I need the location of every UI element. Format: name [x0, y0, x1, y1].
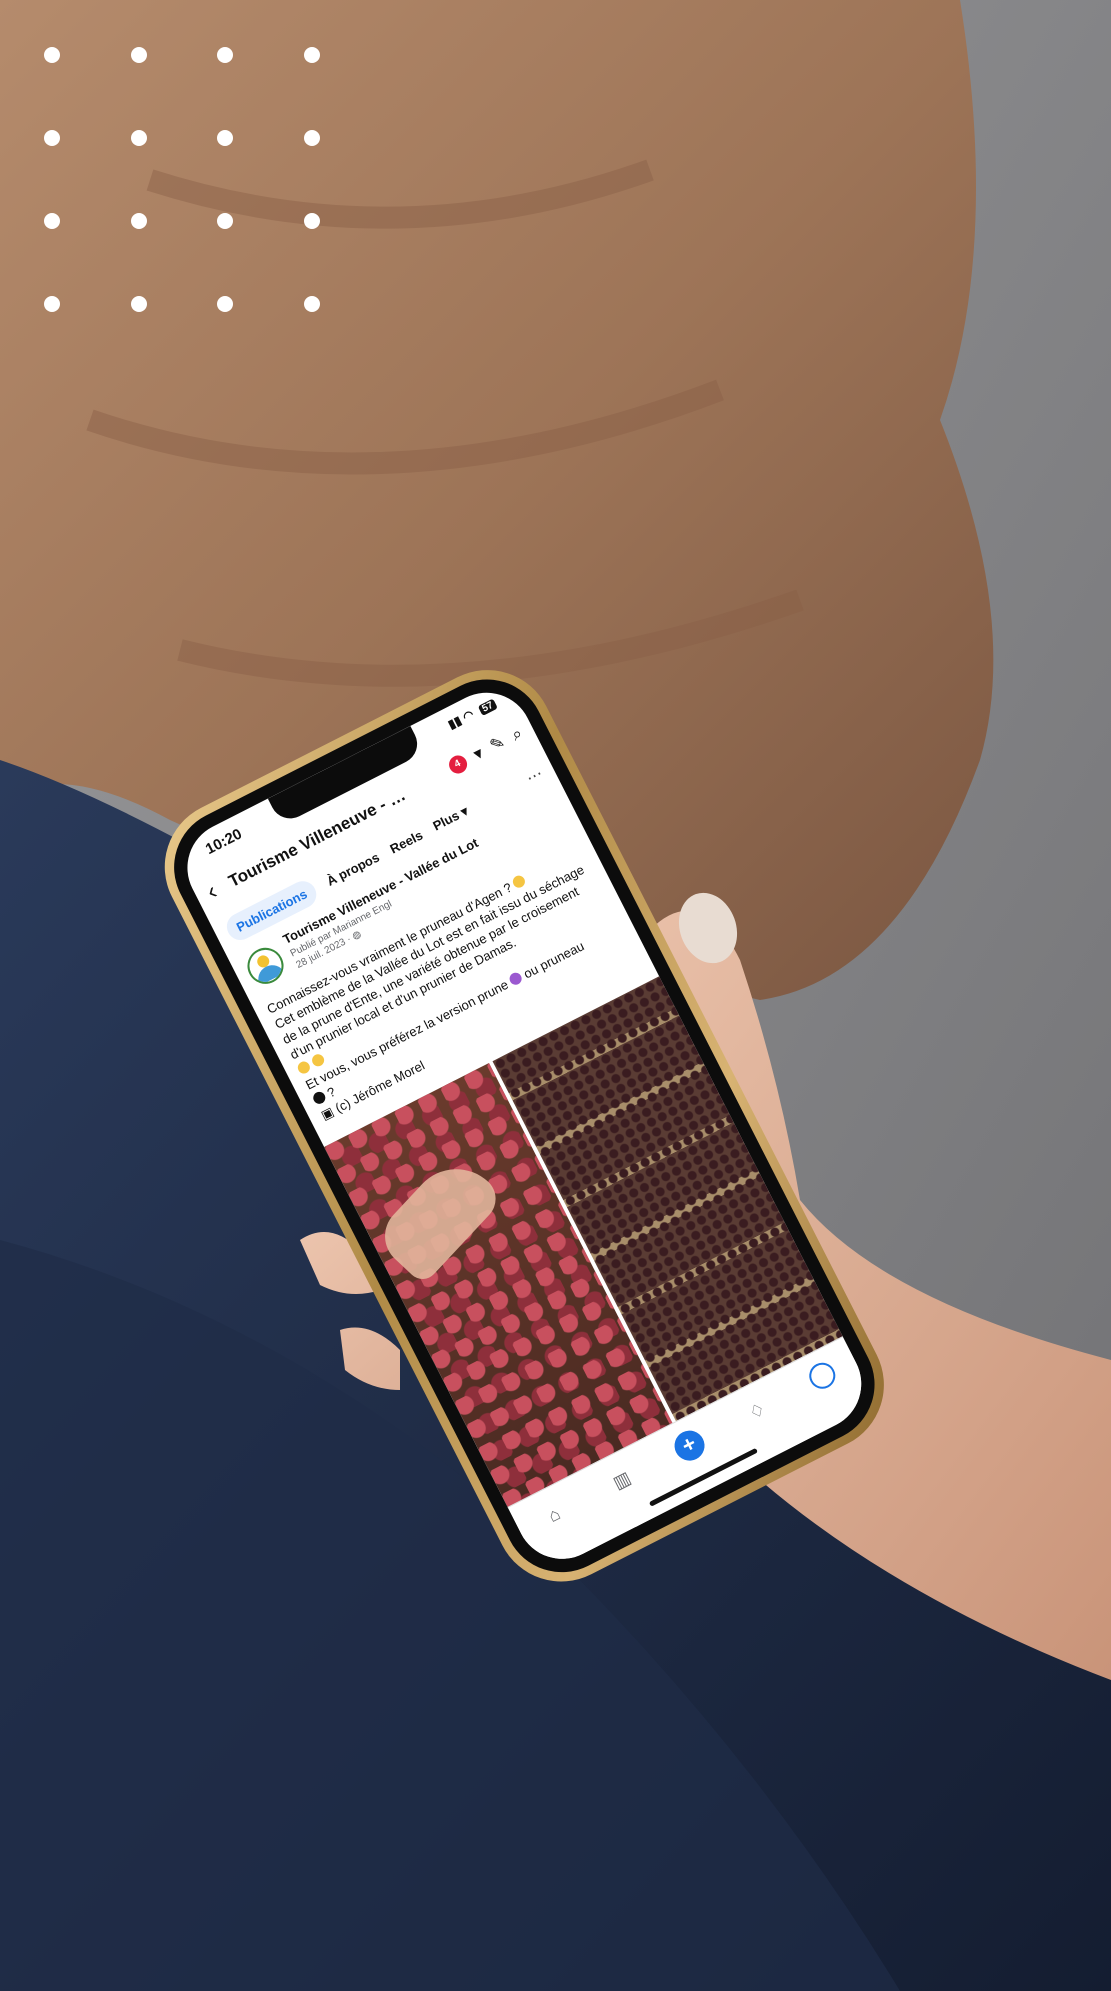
status-time: 10:20: [202, 825, 245, 859]
globe-icon: ◍: [350, 928, 364, 943]
chevron-down-icon[interactable]: ▾: [470, 743, 487, 765]
page-avatar[interactable]: [241, 941, 290, 991]
search-icon[interactable]: ⌕: [508, 723, 526, 745]
dot: [217, 47, 233, 63]
tab-plus[interactable]: Plus ▾: [430, 803, 471, 834]
tab-plus-label: Plus: [430, 807, 462, 834]
dashboard-icon[interactable]: ▥: [602, 1460, 642, 1500]
more-icon[interactable]: ⋯: [523, 763, 546, 788]
signal-icon: ▮▮: [445, 713, 464, 732]
dot: [131, 213, 147, 229]
profile-avatar[interactable]: [804, 1358, 840, 1394]
home-icon[interactable]: ⌂: [534, 1494, 574, 1534]
dot: [131, 130, 147, 146]
dot: [217, 130, 233, 146]
dot: [304, 213, 320, 229]
dot: [44, 213, 60, 229]
tab-reels[interactable]: Reels: [387, 827, 425, 856]
camera-emoji: ▣: [318, 1103, 337, 1123]
tab-a-propos[interactable]: À propos: [324, 849, 382, 888]
smile-emoji: [309, 1052, 326, 1069]
wifi-icon: ◠: [460, 706, 477, 725]
bell-icon[interactable]: ♢: [737, 1391, 777, 1431]
dot: [44, 130, 60, 146]
photo-hand: [372, 1149, 506, 1286]
dot: [304, 47, 320, 63]
dot: [217, 213, 233, 229]
thinking-emoji: [511, 873, 528, 890]
chevron-down-icon: ▾: [458, 803, 471, 820]
dot: [304, 296, 320, 312]
dot: [44, 296, 60, 312]
purple-heart-emoji: [507, 970, 524, 987]
black-heart-emoji: [311, 1089, 328, 1106]
smile-emoji: [295, 1059, 312, 1076]
dot: [217, 296, 233, 312]
notification-badge[interactable]: 4: [445, 752, 470, 777]
plus-icon[interactable]: +: [669, 1425, 710, 1466]
dot: [131, 47, 147, 63]
battery-icon: 57: [477, 698, 498, 717]
pencil-icon[interactable]: ✎: [487, 732, 509, 756]
dot: [44, 47, 60, 63]
back-icon[interactable]: ‹: [202, 878, 222, 907]
dot: [304, 130, 320, 146]
dot: [131, 296, 147, 312]
